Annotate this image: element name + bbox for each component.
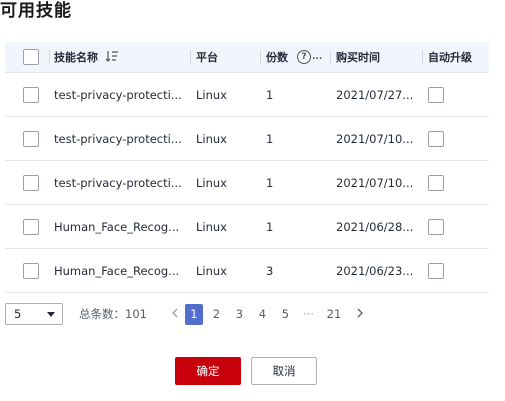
skill-name: Human_Face_Recog...	[54, 219, 180, 234]
auto-upgrade-checkbox[interactable]	[428, 174, 444, 191]
purchase-time: 2021/07/27...	[336, 87, 414, 102]
count: 1	[266, 87, 274, 102]
page-21[interactable]: 21	[320, 307, 348, 321]
purchase-time: 2021/07/10...	[336, 131, 414, 146]
platform: Linux	[196, 263, 227, 278]
header-count-label: 份数	[266, 51, 288, 64]
header-count-overflow: ...	[312, 52, 323, 62]
header-auto-upgrade: 自动升级	[423, 42, 489, 72]
table-row[interactable]: Human_Face_Recog... Linux 1 2021/06/28..…	[5, 205, 489, 249]
platform: Linux	[196, 87, 227, 102]
prev-page-icon[interactable]	[169, 307, 181, 321]
row-select-checkbox[interactable]	[23, 174, 39, 191]
page-1[interactable]: 1	[184, 303, 203, 325]
chevron-down-icon	[47, 311, 55, 317]
header-platform: 平台	[191, 42, 261, 72]
skill-name: test-privacy-protecti...	[54, 87, 182, 102]
header-purchase-time-label: 购买时间	[336, 51, 380, 64]
page-4[interactable]: 4	[251, 307, 274, 321]
confirm-button[interactable]: 确定	[175, 357, 241, 385]
skills-table: 技能名称 平台 份数 ? ... 购买时间 自动升级 test-privacy-…	[5, 42, 489, 293]
skill-name: Human_Face_Recog...	[54, 263, 180, 278]
page-3[interactable]: 3	[228, 307, 251, 321]
page-5[interactable]: 5	[274, 307, 297, 321]
purchase-time: 2021/06/23...	[336, 263, 414, 278]
header-platform-label: 平台	[196, 51, 218, 64]
platform: Linux	[196, 175, 227, 190]
select-all-checkbox[interactable]	[23, 49, 39, 65]
skill-name: test-privacy-protecti...	[54, 175, 182, 190]
table-row[interactable]: test-privacy-protecti... Linux 1 2021/07…	[5, 73, 489, 117]
table-row[interactable]: test-privacy-protecti... Linux 1 2021/07…	[5, 117, 489, 161]
sort-icon[interactable]	[105, 50, 119, 65]
header-count: 份数 ? ...	[261, 42, 331, 72]
table-header: 技能名称 平台 份数 ? ... 购买时间 自动升级	[5, 42, 489, 73]
row-select-checkbox[interactable]	[23, 218, 39, 235]
row-select-checkbox[interactable]	[23, 86, 39, 103]
cancel-button[interactable]: 取消	[251, 357, 317, 385]
count: 3	[266, 263, 274, 278]
auto-upgrade-checkbox[interactable]	[428, 262, 444, 279]
auto-upgrade-checkbox[interactable]	[428, 86, 444, 103]
header-skill-name-label: 技能名称	[54, 51, 98, 64]
count: 1	[266, 175, 274, 190]
auto-upgrade-checkbox[interactable]	[428, 218, 444, 235]
table-row[interactable]: Human_Face_Recog... Linux 3 2021/06/23..…	[5, 249, 489, 293]
page-2[interactable]: 2	[205, 307, 228, 321]
row-select-checkbox[interactable]	[23, 130, 39, 147]
header-select-all-cell	[5, 42, 50, 72]
page-ellipsis[interactable]: ···	[297, 307, 320, 321]
purchase-time: 2021/06/28...	[336, 219, 414, 234]
count: 1	[266, 219, 274, 234]
auto-upgrade-checkbox[interactable]	[428, 130, 444, 147]
header-purchase-time: 购买时间	[331, 42, 423, 72]
total-count: 总条数：101	[79, 307, 147, 321]
header-auto-upgrade-label: 自动升级	[428, 51, 472, 64]
table-row[interactable]: test-privacy-protecti... Linux 1 2021/07…	[5, 161, 489, 205]
skill-name: test-privacy-protecti...	[54, 131, 182, 146]
platform: Linux	[196, 219, 227, 234]
next-page-icon[interactable]	[354, 307, 366, 321]
page-size-select[interactable]: 5	[5, 303, 63, 325]
dialog-title: 可用技能	[0, 1, 72, 21]
row-select-checkbox[interactable]	[23, 262, 39, 279]
help-icon[interactable]: ?	[297, 50, 311, 64]
page-size-value: 5	[14, 307, 22, 321]
count: 1	[266, 131, 274, 146]
platform: Linux	[196, 131, 227, 146]
purchase-time: 2021/07/10...	[336, 175, 414, 190]
header-skill-name[interactable]: 技能名称	[50, 42, 191, 72]
pagination: 5 总条数：101 1 2 3 4 5 ··· 21	[5, 302, 366, 326]
